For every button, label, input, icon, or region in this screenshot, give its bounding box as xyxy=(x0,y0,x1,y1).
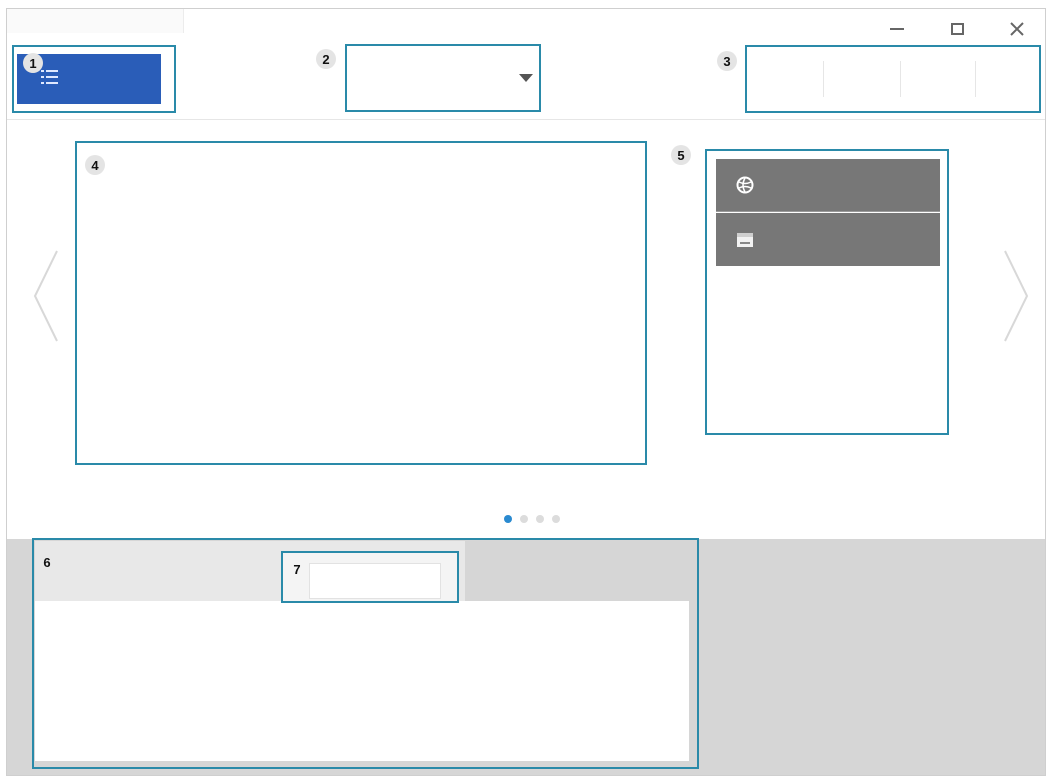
tab-strip xyxy=(7,9,184,33)
globe-icon xyxy=(736,176,754,194)
header-divider xyxy=(7,119,1045,120)
chevron-right-icon[interactable] xyxy=(1003,249,1029,343)
close-icon xyxy=(1010,22,1024,36)
callout-number-4: 4 xyxy=(85,155,105,175)
toolbar-segment-2[interactable] xyxy=(824,47,900,111)
mode-panel xyxy=(705,149,949,435)
callout-number-6: 6 xyxy=(43,554,51,570)
minimize-button[interactable] xyxy=(875,9,919,49)
callout-number-3: 3 xyxy=(717,51,737,71)
chevron-down-icon xyxy=(519,74,533,82)
callout-number-5: 5 xyxy=(671,145,691,165)
mode-item-2[interactable] xyxy=(716,213,940,266)
toolbar-segment-3[interactable] xyxy=(901,47,975,111)
carousel-dot-3[interactable] xyxy=(536,515,544,523)
maximize-icon xyxy=(950,23,964,35)
printer-icon xyxy=(737,232,753,247)
carousel-dot-4[interactable] xyxy=(552,515,560,523)
device-dropdown[interactable] xyxy=(345,44,541,112)
callout-number-7: 7 xyxy=(293,561,301,577)
main-content-panel xyxy=(75,141,647,465)
callout-number-1: 1 xyxy=(23,53,43,73)
close-button[interactable] xyxy=(995,9,1039,49)
maximize-button[interactable] xyxy=(935,9,979,49)
toolbar-segments xyxy=(745,45,1041,113)
bottom-tab[interactable] xyxy=(281,551,459,603)
minimize-icon xyxy=(890,28,904,30)
bottom-tab-inner xyxy=(309,563,441,599)
chevron-left-icon[interactable] xyxy=(33,249,59,343)
list-menu-icon xyxy=(41,70,58,84)
app-window: 1 2 3 4 5 6 7 xyxy=(6,8,1046,776)
callout-number-2: 2 xyxy=(316,49,336,69)
mode-item-1[interactable] xyxy=(716,159,940,212)
toolbar-segment-4[interactable] xyxy=(976,47,1039,111)
toolbar-segment-1[interactable] xyxy=(747,47,823,111)
carousel-dot-2[interactable] xyxy=(520,515,528,523)
carousel-dot-1[interactable] xyxy=(504,515,512,523)
